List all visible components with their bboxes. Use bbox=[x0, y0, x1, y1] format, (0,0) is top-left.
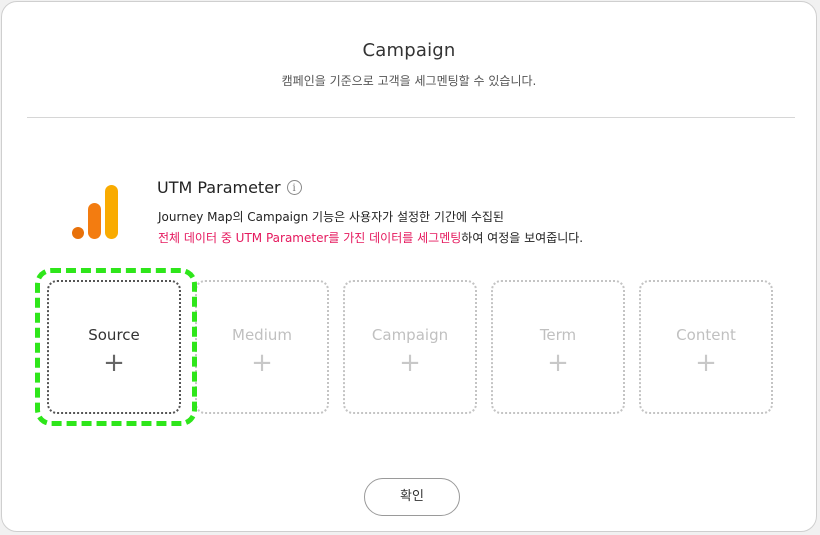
plus-icon: + bbox=[251, 348, 273, 378]
utm-description-highlight: 전체 데이터 중 UTM Parameter를 가진 데이터를 세그멘팅 bbox=[158, 231, 462, 245]
logo-dot bbox=[72, 227, 84, 239]
confirm-button[interactable]: 확인 bbox=[364, 478, 460, 516]
logo-bar-tall bbox=[105, 185, 118, 239]
utm-card-label: Term bbox=[539, 326, 577, 344]
utm-card-label: Campaign bbox=[371, 326, 449, 344]
utm-card-campaign[interactable]: Campaign + bbox=[343, 280, 477, 414]
divider bbox=[27, 117, 795, 118]
logo-bar-short bbox=[88, 203, 101, 239]
utm-card-label: Source bbox=[88, 326, 140, 344]
utm-card-label: Medium bbox=[232, 326, 292, 344]
utm-description-rest: 하여 여정을 보여줍니다. bbox=[461, 231, 584, 245]
utm-parameter-heading: UTM Parameter i bbox=[157, 178, 302, 197]
plus-icon: + bbox=[547, 348, 569, 378]
info-icon[interactable]: i bbox=[286, 180, 302, 195]
utm-card-term[interactable]: Term + bbox=[491, 280, 625, 414]
plus-icon: + bbox=[695, 348, 717, 378]
campaign-modal: Campaign 캠페인을 기준으로 고객을 세그멘팅할 수 있습니다. UTM… bbox=[1, 1, 817, 532]
modal-title: Campaign bbox=[362, 40, 456, 61]
utm-card-source[interactable]: Source + bbox=[47, 280, 181, 414]
plus-icon: + bbox=[399, 348, 421, 378]
utm-card-content[interactable]: Content + bbox=[639, 280, 773, 414]
utm-card-medium[interactable]: Medium + bbox=[195, 280, 329, 414]
plus-icon: + bbox=[103, 348, 125, 378]
modal-subtitle: 캠페인을 기준으로 고객을 세그멘팅할 수 있습니다. bbox=[281, 74, 537, 88]
google-analytics-logo-icon bbox=[70, 185, 122, 239]
utm-card-label: Content bbox=[676, 326, 736, 344]
utm-parameter-title: UTM Parameter bbox=[157, 178, 281, 197]
utm-description-line1: Journey Map의 Campaign 기능은 사용자가 설정한 기간에 수… bbox=[158, 210, 504, 224]
utm-description-line2: 전체 데이터 중 UTM Parameter를 가진 데이터를 세그멘팅하여 여… bbox=[158, 229, 583, 246]
